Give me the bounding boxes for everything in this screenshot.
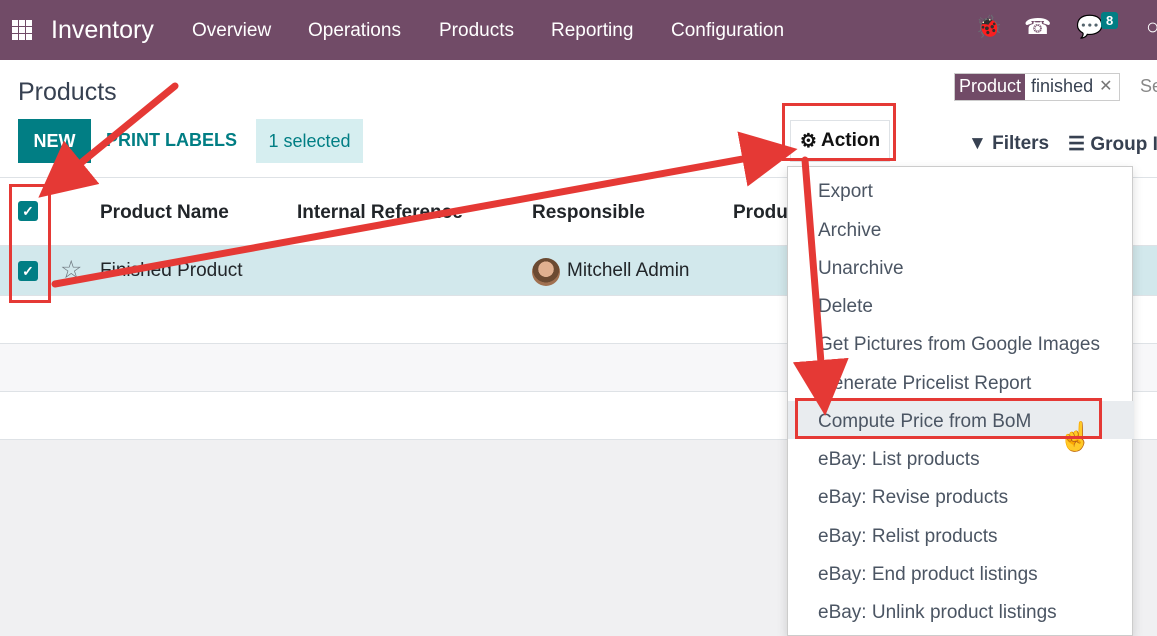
filters-button[interactable]: ▼ Filters bbox=[968, 133, 1049, 155]
menu-configuration[interactable]: Configuration bbox=[671, 20, 784, 42]
annotation-box-action bbox=[782, 103, 896, 161]
menu-item-archive[interactable]: Archive bbox=[818, 220, 881, 242]
facet-value: finished bbox=[1031, 76, 1094, 96]
app-name[interactable]: Inventory bbox=[51, 16, 154, 45]
avatar bbox=[532, 258, 560, 286]
chat-count-badge: 8 bbox=[1101, 12, 1119, 29]
product-name-cell: Finished Product bbox=[100, 260, 243, 281]
menu-item-ebay-list[interactable]: eBay: List products bbox=[818, 449, 980, 471]
annotation-box-compute-price bbox=[795, 398, 1102, 439]
column-product-name[interactable]: Product Name bbox=[100, 202, 229, 224]
groupby-button[interactable]: ☰ Group I bbox=[1068, 133, 1157, 156]
menu-item-ebay-revise[interactable]: eBay: Revise products bbox=[818, 487, 1008, 509]
close-icon[interactable]: ✕ bbox=[1099, 74, 1118, 100]
menu-products[interactable]: Products bbox=[439, 20, 514, 42]
column-responsible[interactable]: Responsible bbox=[532, 202, 645, 224]
search-input[interactable]: Se bbox=[1140, 76, 1157, 97]
apps-menu-icon[interactable] bbox=[12, 20, 32, 40]
print-labels-button[interactable]: PRINT LABELS bbox=[106, 130, 237, 151]
menu-reporting[interactable]: Reporting bbox=[551, 20, 633, 42]
menu-item-ebay-unlink[interactable]: eBay: Unlink product listings bbox=[818, 602, 1057, 624]
menu-item-ebay-relist[interactable]: eBay: Relist products bbox=[818, 526, 998, 548]
page-title: Products bbox=[18, 78, 117, 106]
menu-operations[interactable]: Operations bbox=[308, 20, 401, 42]
layers-icon: ☰ bbox=[1068, 134, 1086, 155]
new-button[interactable]: NEW bbox=[18, 119, 91, 163]
menu-item-delete[interactable]: Delete bbox=[818, 296, 873, 318]
bug-icon[interactable]: 🐞 bbox=[975, 14, 1002, 40]
menu-item-pricelist-report[interactable]: Generate Pricelist Report bbox=[818, 373, 1031, 395]
column-product-type[interactable]: Produ bbox=[733, 202, 788, 224]
selection-count-badge[interactable]: 1 selected bbox=[256, 119, 363, 163]
star-icon[interactable]: ☆ bbox=[60, 255, 82, 285]
chat-icon[interactable]: 💬 bbox=[1076, 14, 1103, 40]
search-facet[interactable]: Product finished ✕ bbox=[954, 73, 1120, 101]
menu-overview[interactable]: Overview bbox=[192, 20, 271, 42]
top-navbar: Inventory Overview Operations Products R… bbox=[0, 0, 1157, 60]
menu-item-export[interactable]: Export bbox=[818, 181, 873, 203]
filter-icon: ▼ bbox=[968, 133, 987, 154]
menu-item-unarchive[interactable]: Unarchive bbox=[818, 258, 904, 280]
facet-label: Product bbox=[955, 74, 1026, 100]
menu-item-google-images[interactable]: Get Pictures from Google Images bbox=[818, 334, 1100, 356]
groupby-label: Group I bbox=[1090, 134, 1157, 155]
column-internal-reference[interactable]: Internal Reference bbox=[297, 202, 463, 224]
menu-item-ebay-end[interactable]: eBay: End product listings bbox=[818, 564, 1038, 586]
responsible-cell: Mitchell Admin bbox=[567, 260, 690, 281]
filters-label: Filters bbox=[992, 133, 1050, 154]
clock-icon[interactable]: ○ bbox=[1146, 14, 1157, 40]
phone-icon[interactable]: ☎ bbox=[1024, 14, 1051, 40]
annotation-box-checkboxes bbox=[9, 184, 51, 303]
